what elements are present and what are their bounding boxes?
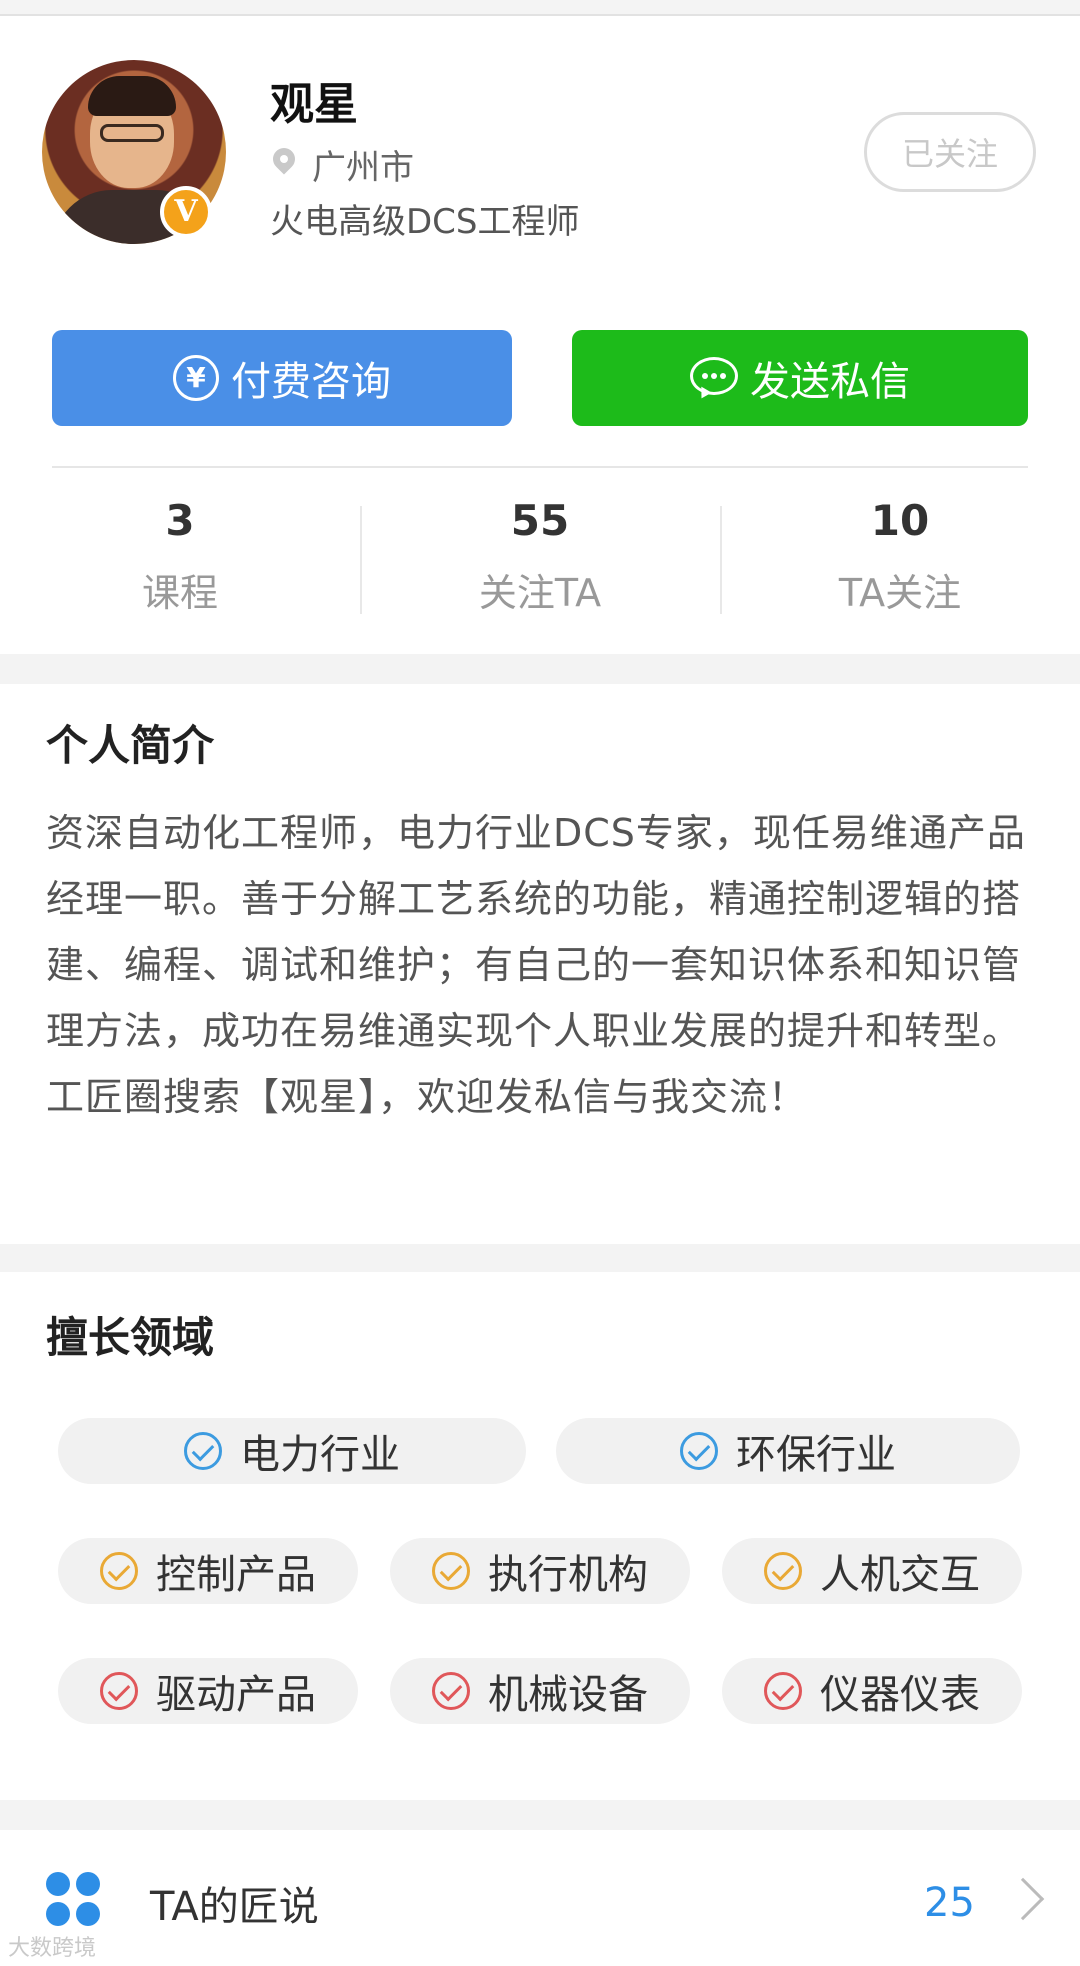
tag-chip[interactable]: 人机交互 xyxy=(722,1538,1022,1604)
stat-courses[interactable]: 3 课程 xyxy=(0,496,360,617)
tag-label: 执行机构 xyxy=(488,1552,648,1598)
chat-bubble-icon xyxy=(690,357,738,402)
profile-name: 观星 xyxy=(270,79,358,130)
check-circle-icon xyxy=(432,1672,470,1710)
profile-location: 广州市 xyxy=(272,140,414,189)
tag-chip[interactable]: 控制产品 xyxy=(58,1538,358,1604)
followed-button[interactable]: 已关注 xyxy=(864,112,1036,192)
check-circle-icon xyxy=(100,1552,138,1590)
stat-following[interactable]: 10 TA关注 xyxy=(720,496,1080,617)
stat-label: 课程 xyxy=(141,571,218,615)
apps-grid-icon xyxy=(46,1872,102,1928)
location-text: 广州市 xyxy=(312,148,414,188)
watermark: 大数跨境 xyxy=(8,1936,97,1961)
tag-label: 仪器仪表 xyxy=(820,1672,980,1718)
section-gap xyxy=(0,1244,1080,1272)
top-edge xyxy=(0,0,1080,16)
paid-consult-label: 付费咨询 xyxy=(231,359,391,405)
check-circle-icon xyxy=(764,1552,802,1590)
stat-value: 3 xyxy=(165,496,195,545)
tag-chip[interactable]: 机械设备 xyxy=(390,1658,690,1724)
tag-label: 环保行业 xyxy=(736,1432,896,1478)
tag-chip[interactable]: 环保行业 xyxy=(556,1418,1020,1484)
tag-chip[interactable]: 驱动产品 xyxy=(58,1658,358,1724)
tag-label: 机械设备 xyxy=(488,1672,648,1718)
stat-label: 关注TA xyxy=(478,571,602,615)
check-circle-icon xyxy=(432,1552,470,1590)
section-gap xyxy=(0,1800,1080,1830)
tag-chip[interactable]: 仪器仪表 xyxy=(722,1658,1022,1724)
send-message-label: 发送私信 xyxy=(750,359,910,405)
verified-badge-icon: V xyxy=(160,186,212,238)
send-message-button[interactable]: 发送私信 xyxy=(572,330,1028,426)
stat-value: 55 xyxy=(510,496,570,545)
section-gap xyxy=(0,654,1080,684)
tag-label: 人机交互 xyxy=(820,1552,980,1598)
tag-chip[interactable]: 执行机构 xyxy=(390,1538,690,1604)
stat-value: 10 xyxy=(870,496,930,545)
check-circle-icon xyxy=(764,1672,802,1710)
expertise-heading: 擅长领域 xyxy=(46,1313,215,1362)
bio-heading: 个人简介 xyxy=(46,721,215,770)
ta-posts-label: TA的匠说 xyxy=(150,1884,319,1930)
stat-followers[interactable]: 55 关注TA xyxy=(360,496,720,617)
divider xyxy=(52,466,1028,468)
yen-icon: ¥ xyxy=(173,355,219,401)
paid-consult-button[interactable]: ¥ 付费咨询 xyxy=(52,330,512,426)
bio-text: 资深自动化工程师，电力行业DCS专家，现任易维通产品经理一职。善于分解工艺系统的… xyxy=(46,811,1026,1119)
tag-label: 驱动产品 xyxy=(156,1672,316,1718)
location-pin-icon xyxy=(272,148,298,182)
tag-chip[interactable]: 电力行业 xyxy=(58,1418,526,1484)
tag-label: 电力行业 xyxy=(240,1432,400,1478)
profile-title: 火电高级DCS工程师 xyxy=(270,202,580,242)
stat-label: TA关注 xyxy=(838,571,962,615)
ta-posts-count: 25 xyxy=(924,1880,975,1926)
tag-label: 控制产品 xyxy=(156,1552,316,1598)
check-circle-icon xyxy=(680,1432,718,1470)
check-circle-icon xyxy=(100,1672,138,1710)
check-circle-icon xyxy=(184,1432,222,1470)
